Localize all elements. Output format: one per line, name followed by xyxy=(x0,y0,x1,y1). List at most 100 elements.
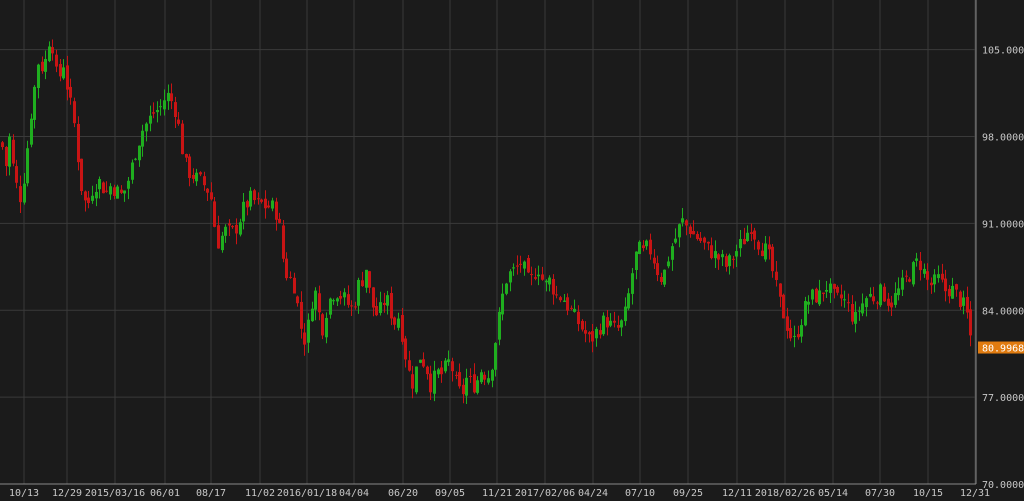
candle-down xyxy=(181,123,184,155)
candle-down xyxy=(177,119,180,124)
candle-down xyxy=(120,189,123,193)
candle-down xyxy=(559,297,562,301)
candle-down xyxy=(260,199,263,202)
x-tick-label: 08/17 xyxy=(196,488,226,497)
candle-down xyxy=(404,338,407,360)
candle-down xyxy=(278,218,281,223)
candle-up xyxy=(512,267,515,269)
candle-down xyxy=(577,311,580,325)
candle-down xyxy=(599,330,602,335)
candle-down xyxy=(235,224,238,234)
x-tick-label: 11/02 xyxy=(245,488,275,497)
candle-up xyxy=(134,158,137,160)
x-tick-label: 2016/01/18 xyxy=(277,488,337,497)
candle-up xyxy=(476,380,479,393)
candle-down xyxy=(199,172,202,175)
candle-down xyxy=(393,317,396,325)
candle-down xyxy=(761,250,764,257)
candle-up xyxy=(804,301,807,326)
candle-down xyxy=(955,284,958,290)
x-tick-label: 05/14 xyxy=(818,488,848,497)
candle-down xyxy=(642,245,645,249)
candle-up xyxy=(494,343,497,370)
candle-down xyxy=(426,366,429,375)
candle-up xyxy=(746,232,749,241)
candle-down xyxy=(77,123,80,163)
candle-up xyxy=(33,86,36,120)
candle-up xyxy=(865,298,868,308)
candle-down xyxy=(775,271,778,280)
last-price-label: 80.9968 xyxy=(982,344,1024,355)
candle-down xyxy=(282,225,285,259)
candle-up xyxy=(343,292,346,298)
candle-up xyxy=(923,268,926,274)
candle-up xyxy=(116,186,119,199)
candle-up xyxy=(811,289,814,300)
candle-down xyxy=(847,302,850,304)
candle-up xyxy=(433,370,436,394)
candle-down xyxy=(253,190,256,201)
x-tick-label: 2018/02/26 xyxy=(755,488,815,497)
x-tick-label: 2017/02/06 xyxy=(515,488,575,497)
candlestick-chart[interactable]: 105.000098.000091.000084.000077.000070.0… xyxy=(0,0,1024,499)
candle-down xyxy=(707,241,710,244)
last-price-marker: 80.9968 xyxy=(978,341,1024,355)
candle-up xyxy=(933,274,936,285)
candle-down xyxy=(789,328,792,339)
candle-up xyxy=(332,300,335,302)
candle-up xyxy=(109,186,112,195)
candle-up xyxy=(249,190,252,207)
candle-down xyxy=(815,288,818,303)
candle-up xyxy=(163,100,166,110)
candle-up xyxy=(386,295,389,306)
candle-down xyxy=(969,309,972,336)
candle-down xyxy=(541,274,544,280)
candle-down xyxy=(350,305,353,307)
candle-up xyxy=(721,254,724,258)
x-axis-tick-labels: 10/13 12/29 2015/03/16 06/01 08/17 11/02 2016/… xyxy=(9,488,990,499)
candle-up xyxy=(487,378,490,383)
candle-down xyxy=(408,360,411,371)
candle-up xyxy=(156,109,159,113)
candle-down xyxy=(519,263,522,265)
candle-down xyxy=(361,280,364,287)
candle-up xyxy=(563,300,566,302)
candle-down xyxy=(69,86,72,98)
candle-down xyxy=(354,306,357,308)
candle-down xyxy=(185,154,188,158)
candle-up xyxy=(714,251,717,259)
candle-down xyxy=(51,47,54,54)
candle-up xyxy=(8,136,11,167)
candle-down xyxy=(105,190,108,192)
candle-down xyxy=(440,367,443,375)
candle-down xyxy=(743,238,746,245)
candle-down xyxy=(321,314,324,336)
candle-up xyxy=(912,262,915,285)
candle-up xyxy=(915,258,918,261)
price-chart[interactable]: 105.000098.000091.000084.000077.000070.0… xyxy=(0,0,1024,499)
candle-down xyxy=(653,257,656,264)
candle-up xyxy=(897,288,900,296)
x-tick-label: 06/20 xyxy=(388,488,418,497)
candle-up xyxy=(509,271,512,283)
candle-up xyxy=(800,325,803,337)
candle-down xyxy=(231,226,234,228)
candle-up xyxy=(609,320,612,326)
candle-down xyxy=(613,320,616,323)
candle-up xyxy=(537,274,540,277)
candle-up xyxy=(62,67,65,79)
candle-up xyxy=(167,92,170,102)
candle-down xyxy=(696,234,699,239)
candle-down xyxy=(339,296,342,299)
candle-down xyxy=(908,279,911,282)
candle-down xyxy=(699,237,702,241)
candle-down xyxy=(703,237,706,243)
candle-up xyxy=(548,277,551,285)
candle-down xyxy=(174,102,177,117)
candle-down xyxy=(264,198,267,209)
candle-up xyxy=(843,299,846,301)
candle-up xyxy=(447,359,450,363)
candle-down xyxy=(19,186,22,203)
candle-down xyxy=(656,263,659,276)
candle-up xyxy=(159,106,162,108)
